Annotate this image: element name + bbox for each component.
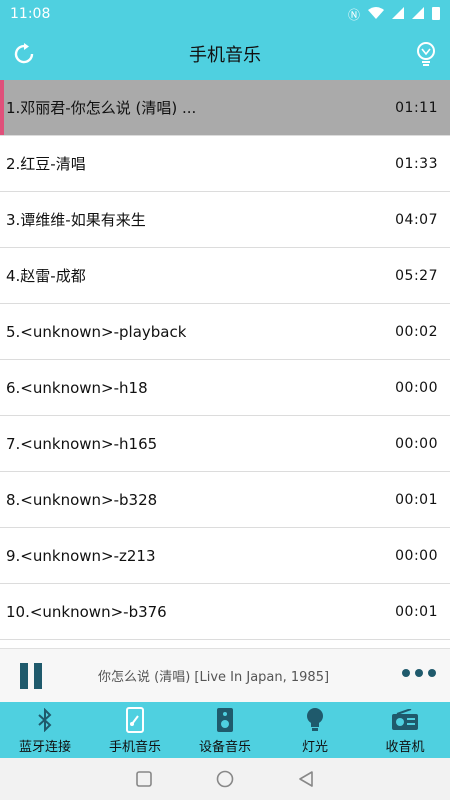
refresh-button[interactable]: [10, 40, 38, 68]
song-duration: 00:01: [395, 491, 438, 508]
song-title: 6.<unknown>-h18: [6, 378, 148, 397]
pause-button[interactable]: [20, 662, 42, 689]
song-duration: 00:00: [395, 435, 438, 452]
song-title: 7.<unknown>-h165: [6, 434, 158, 453]
page-title: 手机音乐: [189, 45, 261, 66]
tab-phone-music[interactable]: 手机音乐: [90, 702, 180, 758]
song-row[interactable]: 8.<unknown>-b328 00:01: [0, 472, 450, 528]
song-duration: 00:00: [395, 547, 438, 564]
song-row[interactable]: 3.谭维维-如果有来生 04:07: [0, 192, 450, 248]
song-title: 2.红豆-清唱: [6, 155, 86, 173]
status-time: 11:08: [10, 6, 51, 22]
tab-device-music[interactable]: 设备音乐: [180, 702, 270, 758]
recents-icon[interactable]: [136, 771, 152, 787]
refresh-icon: [14, 43, 34, 64]
back-icon[interactable]: [298, 771, 314, 787]
player-bar: 你怎么说 (清唱) [Live In Japan, 1985]: [0, 648, 450, 702]
bulb-outline-icon: [417, 42, 435, 66]
song-duration: 01:33: [395, 155, 438, 172]
tab-bar: 蓝牙连接 手机音乐 设备音乐 灯光 收音机: [0, 702, 450, 758]
song-duration: 00:01: [395, 603, 438, 620]
song-title: 3.谭维维-如果有来生: [6, 211, 146, 229]
system-nav-bar: [0, 758, 450, 800]
song-row[interactable]: 10.<unknown>-b376 00:01: [0, 584, 450, 640]
app-header: 手机音乐: [0, 28, 450, 80]
tab-light[interactable]: 灯光: [270, 702, 360, 758]
home-icon[interactable]: [216, 770, 234, 788]
song-row[interactable]: 2.红豆-清唱 01:33: [0, 136, 450, 192]
song-row[interactable]: 7.<unknown>-h165 00:00: [0, 416, 450, 472]
phone-music-icon: [126, 706, 144, 733]
song-list: 1.邓丽君-你怎么说 (清唱) ... 01:11 2.红豆-清唱 01:33 …: [0, 80, 450, 648]
song-row[interactable]: 6.<unknown>-h18 00:00: [0, 360, 450, 416]
tab-label: 灯光: [301, 739, 328, 755]
song-duration: 04:07: [395, 211, 438, 228]
song-title: 5.<unknown>-playback: [6, 322, 187, 341]
song-title: 10.<unknown>-b376: [6, 602, 167, 621]
pause-icon-bar: [20, 662, 28, 689]
more-button[interactable]: [402, 669, 436, 677]
signal-icon-2: [412, 6, 424, 22]
wifi-icon: [368, 6, 384, 22]
song-title: 8.<unknown>-b328: [6, 490, 158, 509]
song-title: 9.<unknown>-z213: [6, 546, 156, 565]
bluetooth-icon: [38, 707, 52, 732]
song-duration: 00:00: [395, 379, 438, 396]
nfc-icon: Ⓝ: [347, 7, 360, 22]
radio-icon: [392, 708, 418, 730]
pause-icon-bar: [34, 662, 42, 689]
more-icon-dot: [428, 669, 436, 677]
tab-label: 设备音乐: [198, 739, 251, 755]
tab-label: 手机音乐: [108, 739, 161, 755]
signal-icon: [392, 6, 404, 22]
bulb-icon: [307, 707, 323, 731]
tab-label: 收音机: [385, 739, 425, 755]
song-duration: 00:02: [395, 323, 438, 340]
song-row[interactable]: 5.<unknown>-playback 00:02: [0, 304, 450, 360]
battery-icon: [432, 6, 440, 23]
more-icon-dot: [415, 669, 423, 677]
song-title: 1.邓丽君-你怎么说 (清唱) ...: [6, 99, 197, 117]
speaker-icon: [217, 707, 233, 732]
tab-radio[interactable]: 收音机: [360, 702, 450, 758]
now-playing-title: 你怎么说 (清唱) [Live In Japan, 1985]: [98, 670, 330, 685]
song-row[interactable]: 1.邓丽君-你怎么说 (清唱) ... 01:11: [0, 80, 450, 136]
song-row[interactable]: 9.<unknown>-z213 00:00: [0, 528, 450, 584]
song-duration: 01:11: [395, 99, 438, 116]
status-bar: 11:08 Ⓝ: [0, 0, 450, 28]
tab-bluetooth[interactable]: 蓝牙连接: [0, 702, 90, 758]
song-duration: 05:27: [395, 267, 438, 284]
tab-label: 蓝牙连接: [18, 739, 71, 755]
song-row[interactable]: 4.赵雷-成都 05:27: [0, 248, 450, 304]
song-title: 4.赵雷-成都: [6, 267, 86, 285]
status-icons: Ⓝ: [348, 6, 440, 23]
light-button[interactable]: [412, 40, 440, 68]
more-icon-dot: [402, 669, 410, 677]
